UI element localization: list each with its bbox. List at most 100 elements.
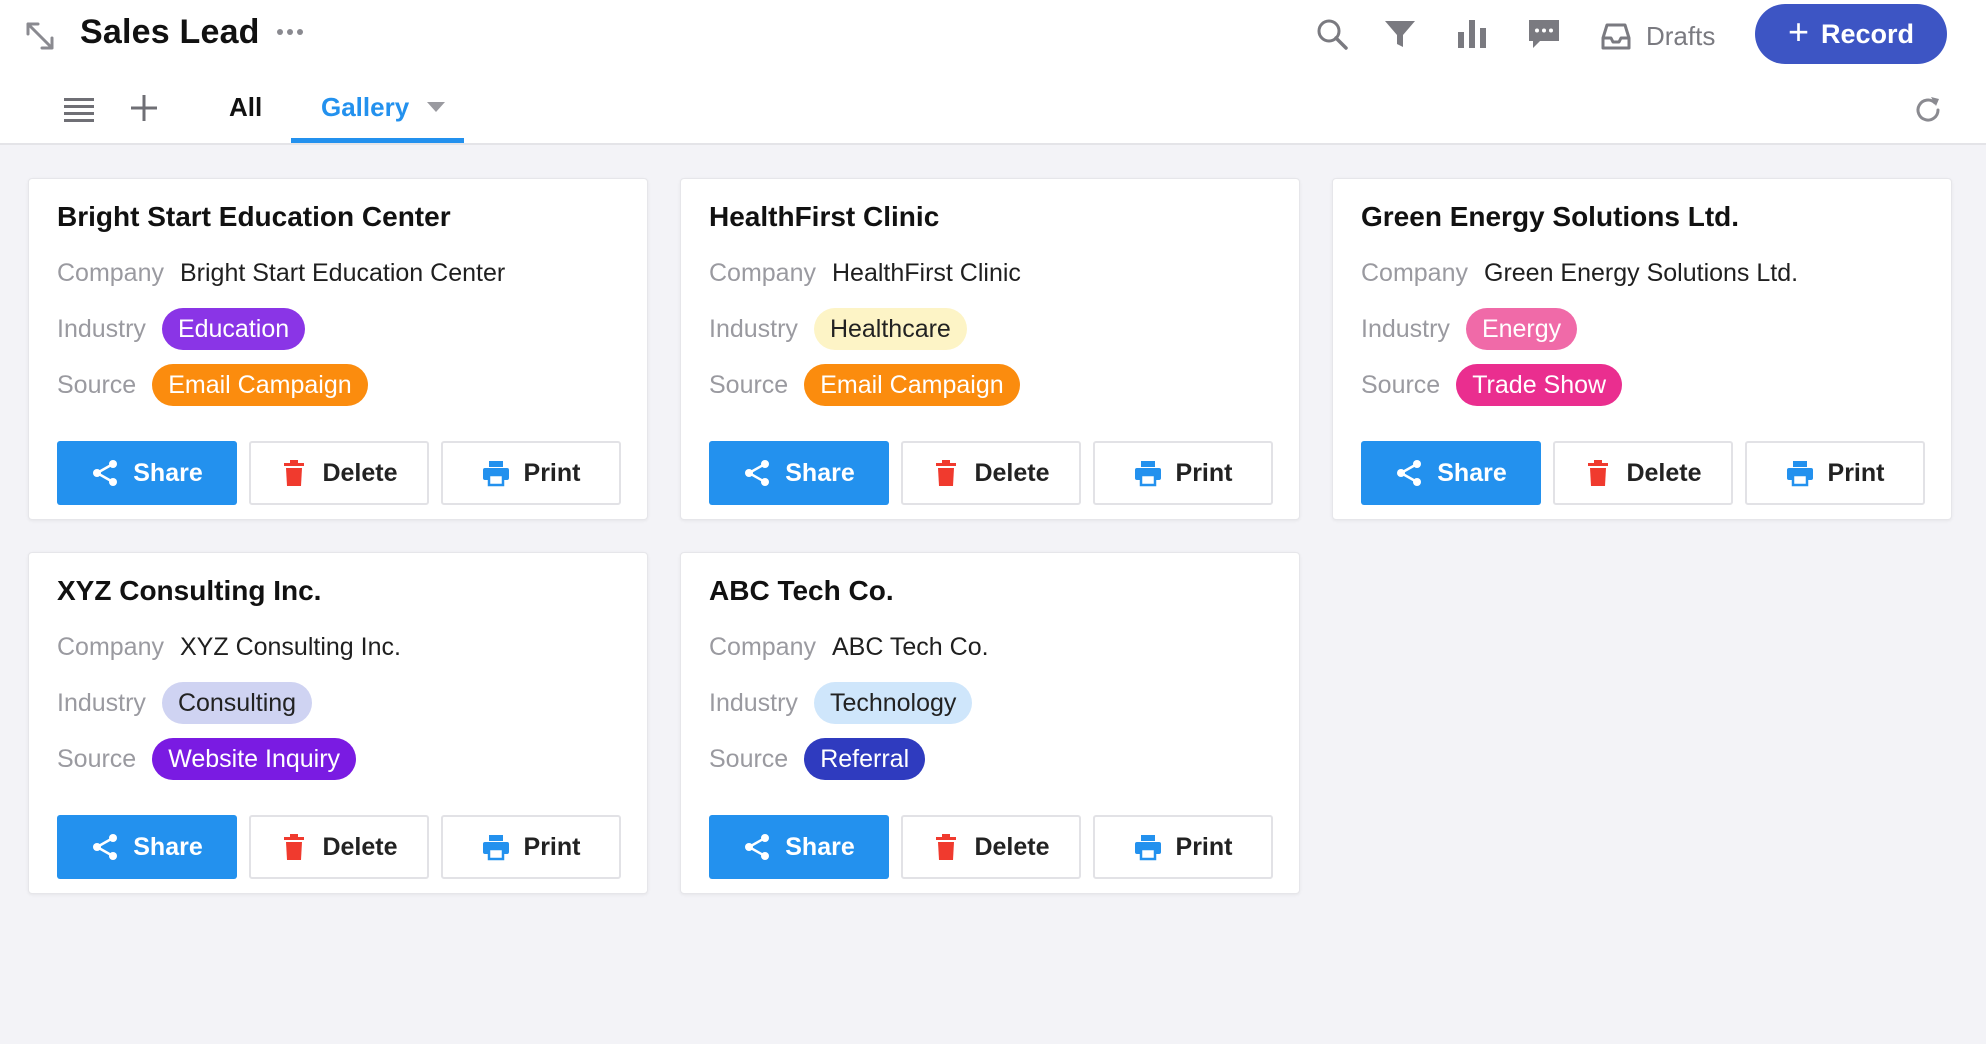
source-label: Source xyxy=(709,370,789,399)
source-tag: Email Campaign xyxy=(804,364,1020,406)
share-label: Share xyxy=(1437,458,1507,487)
share-button[interactable]: Share xyxy=(1361,441,1541,505)
share-button[interactable]: Share xyxy=(709,815,889,879)
expand-icon[interactable] xyxy=(24,20,56,52)
search-icon[interactable] xyxy=(1314,16,1350,52)
company-value: Bright Start Education Center xyxy=(180,258,506,287)
source-label: Source xyxy=(1361,370,1441,399)
trash-icon xyxy=(1588,460,1609,486)
share-label: Share xyxy=(785,832,855,861)
print-label: Print xyxy=(1827,458,1885,487)
industry-label: Industry xyxy=(57,688,146,717)
drafts-button[interactable]: Drafts xyxy=(1600,16,1715,56)
company-value: Green Energy Solutions Ltd. xyxy=(1484,258,1799,287)
industry-field: Industry Technology xyxy=(709,681,973,725)
company-label: Company xyxy=(57,258,164,287)
industry-label: Industry xyxy=(57,314,146,343)
print-label: Print xyxy=(523,458,581,487)
share-label: Share xyxy=(133,458,203,487)
industry-tag: Education xyxy=(161,308,306,350)
record-card[interactable]: ABC Tech Co. Company ABC Tech Co. Indust… xyxy=(680,552,1300,894)
drafts-label: Drafts xyxy=(1646,20,1716,51)
delete-button[interactable]: Delete xyxy=(901,815,1081,879)
printer-icon xyxy=(482,835,509,861)
add-view-icon[interactable] xyxy=(127,91,161,125)
printer-icon xyxy=(482,461,509,487)
page-title: Sales Lead xyxy=(80,13,260,51)
source-field: Source Email Campaign xyxy=(709,363,1020,407)
bar-chart-icon[interactable] xyxy=(1454,16,1490,52)
print-button[interactable]: Print xyxy=(441,441,621,505)
comment-icon[interactable] xyxy=(1526,16,1562,52)
trash-icon xyxy=(284,460,305,486)
record-card[interactable]: Bright Start Education Center Company Br… xyxy=(28,178,648,520)
delete-label: Delete xyxy=(322,458,398,487)
industry-field: Industry Consulting xyxy=(57,681,313,725)
industry-field: Industry Energy xyxy=(1361,307,1578,351)
company-value: XYZ Consulting Inc. xyxy=(180,632,401,661)
company-field: Company HealthFirst Clinic xyxy=(709,251,1021,295)
print-button[interactable]: Print xyxy=(441,815,621,879)
delete-label: Delete xyxy=(1626,458,1702,487)
filter-icon[interactable] xyxy=(1382,16,1418,52)
share-button[interactable]: Share xyxy=(709,441,889,505)
print-button[interactable]: Print xyxy=(1745,441,1925,505)
company-field: Company ABC Tech Co. xyxy=(709,625,989,669)
delete-button[interactable]: Delete xyxy=(249,815,429,879)
industry-tag: Technology xyxy=(813,682,973,724)
printer-icon xyxy=(1134,461,1161,487)
company-value: ABC Tech Co. xyxy=(832,632,989,661)
trash-icon xyxy=(936,460,957,486)
industry-tag: Healthcare xyxy=(813,308,967,350)
delete-button[interactable]: Delete xyxy=(249,441,429,505)
list-icon[interactable] xyxy=(62,93,96,125)
card-title: XYZ Consulting Inc. xyxy=(57,575,322,606)
printer-icon xyxy=(1134,835,1161,861)
share-icon xyxy=(745,834,770,860)
add-record-button[interactable]: + Record xyxy=(1755,4,1947,64)
company-label: Company xyxy=(709,632,816,661)
source-field: Source Website Inquiry xyxy=(57,737,357,781)
more-icon[interactable] xyxy=(274,18,306,46)
source-tag: Website Inquiry xyxy=(152,738,357,780)
record-button-label: Record xyxy=(1821,18,1915,49)
source-label: Source xyxy=(709,744,789,773)
printer-icon xyxy=(1786,461,1813,487)
print-label: Print xyxy=(523,832,581,861)
record-card[interactable]: XYZ Consulting Inc. Company XYZ Consulti… xyxy=(28,552,648,894)
delete-button[interactable]: Delete xyxy=(901,441,1081,505)
industry-tag: Energy xyxy=(1465,308,1578,350)
company-field: Company Green Energy Solutions Ltd. xyxy=(1361,251,1798,295)
print-button[interactable]: Print xyxy=(1093,815,1273,879)
top-bar: Sales Lead Drafts + Record All Gallery xyxy=(0,0,1986,145)
share-button[interactable]: Share xyxy=(57,441,237,505)
record-card[interactable]: Green Energy Solutions Ltd. Company Gree… xyxy=(1332,178,1952,520)
plus-icon: + xyxy=(1787,11,1809,52)
refresh-icon[interactable] xyxy=(1911,93,1945,127)
source-field: Source Referral xyxy=(709,737,926,781)
delete-button[interactable]: Delete xyxy=(1553,441,1733,505)
print-button[interactable]: Print xyxy=(1093,441,1273,505)
industry-label: Industry xyxy=(709,314,798,343)
source-label: Source xyxy=(57,370,137,399)
delete-label: Delete xyxy=(974,458,1050,487)
card-title: Bright Start Education Center xyxy=(57,201,451,232)
view-tab-bar: All Gallery xyxy=(0,80,1986,144)
tab-gallery[interactable]: Gallery xyxy=(321,92,409,123)
record-card[interactable]: HealthFirst Clinic Company HealthFirst C… xyxy=(680,178,1300,520)
share-button[interactable]: Share xyxy=(57,815,237,879)
share-label: Share xyxy=(133,832,203,861)
company-field: Company XYZ Consulting Inc. xyxy=(57,625,401,669)
source-tag: Email Campaign xyxy=(152,364,368,406)
tab-all[interactable]: All xyxy=(229,92,262,123)
industry-field: Industry Education xyxy=(57,307,306,351)
source-tag: Trade Show xyxy=(1456,364,1623,406)
share-icon xyxy=(93,834,118,860)
card-title: HealthFirst Clinic xyxy=(709,201,940,232)
chevron-down-icon[interactable] xyxy=(425,100,447,114)
company-field: Company Bright Start Education Center xyxy=(57,251,505,295)
industry-tag: Consulting xyxy=(161,682,313,724)
title-row: Sales Lead Drafts + Record xyxy=(0,0,1986,70)
share-icon xyxy=(1397,460,1422,486)
card-title: ABC Tech Co. xyxy=(709,575,894,606)
